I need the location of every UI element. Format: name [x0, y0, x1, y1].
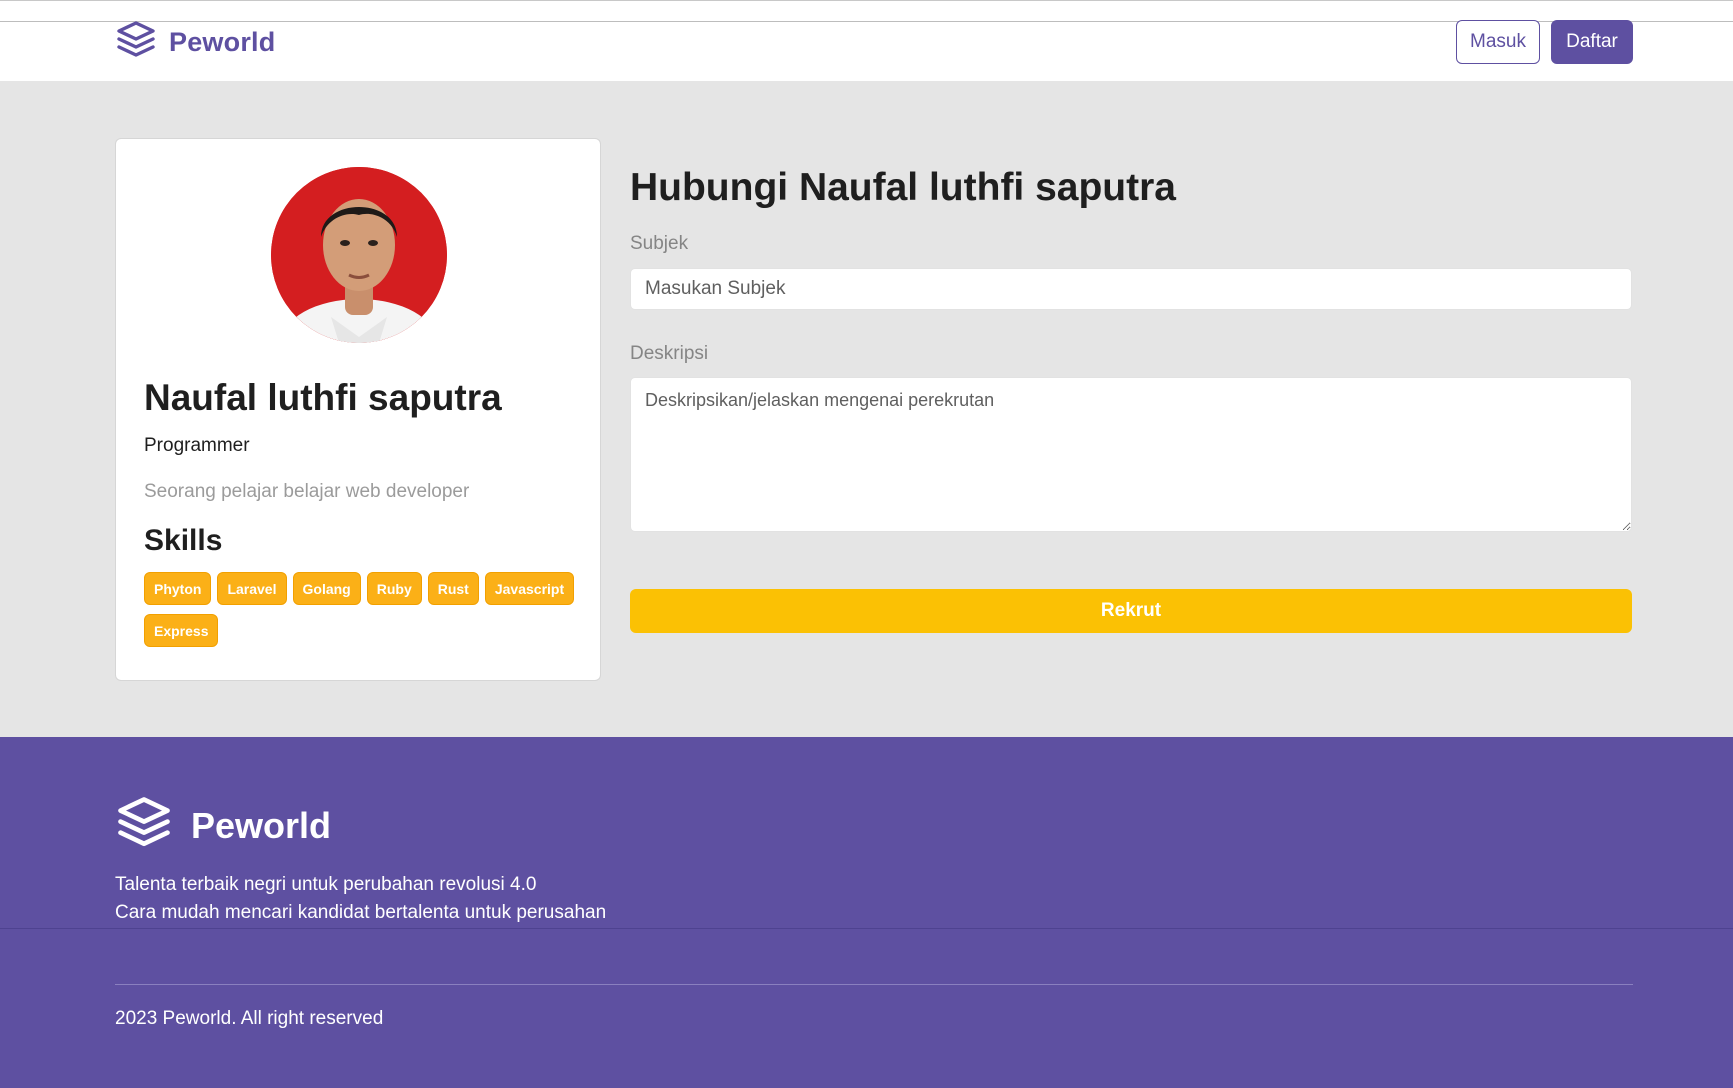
layers-logo-icon — [115, 795, 173, 856]
skills-heading: Skills — [144, 524, 223, 557]
skill-badge: Rust — [427, 572, 479, 605]
skill-badge: Phyton — [144, 572, 212, 605]
profile-bio: Seorang pelajar belajar web developer — [144, 481, 470, 502]
navbar-brand-text: Peworld — [169, 26, 276, 57]
navbar-brand-link[interactable]: Peworld — [115, 20, 276, 65]
profile-name: Naufal luthfi saputra — [144, 377, 502, 418]
recruit-button[interactable]: Rekrut — [630, 589, 1632, 633]
copyright-text: 2023 Peworld. All right reserved — [115, 1008, 384, 1029]
profile-card: Naufal luthfi saputra Programmer Seorang… — [115, 138, 601, 681]
subject-label: Subjek — [630, 233, 689, 254]
skill-badge: Laravel — [217, 572, 287, 605]
skill-badge: Javascript — [484, 572, 575, 605]
subject-input[interactable] — [630, 268, 1632, 310]
register-button[interactable]: Daftar — [1551, 20, 1633, 64]
footer-band-divider — [0, 928, 1733, 929]
navbar: Peworld Masuk Daftar — [0, 0, 1733, 81]
skill-badge: Ruby — [366, 572, 422, 605]
description-label: Deskripsi — [630, 343, 709, 364]
description-textarea[interactable] — [630, 377, 1632, 532]
footer-divider — [115, 984, 1633, 985]
skill-badge: Express — [144, 614, 219, 647]
footer: Peworld Talenta terbaik negri untuk peru… — [0, 737, 1733, 1088]
login-button[interactable]: Masuk — [1456, 20, 1540, 64]
footer-tagline: Talenta terbaik negri untuk perubahan re… — [115, 874, 537, 895]
skills-list: Phyton Laravel Golang Ruby Rust Javascri… — [144, 572, 584, 647]
contact-form-title: Hubungi Naufal luthfi saputra — [630, 166, 1176, 209]
avatar — [271, 167, 447, 343]
footer-brand: Peworld — [115, 795, 331, 856]
footer-tagline: Cara mudah mencari kandidat bertalenta u… — [115, 902, 607, 923]
skill-badge: Golang — [292, 572, 361, 605]
profile-role: Programmer — [144, 435, 250, 456]
footer-brand-text: Peworld — [191, 804, 332, 846]
layers-logo-icon — [115, 20, 157, 65]
